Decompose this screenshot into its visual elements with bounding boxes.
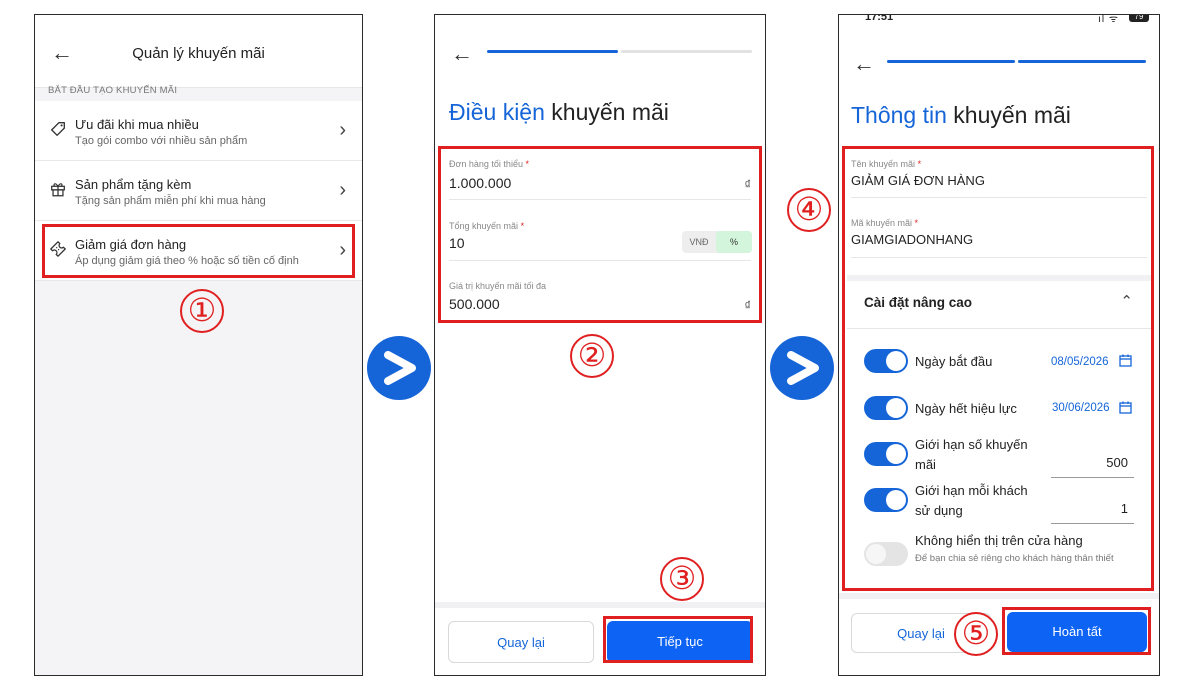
page-title-rest: khuyến mãi xyxy=(544,99,669,125)
page-title-accent: Điều kiện xyxy=(449,99,545,125)
list-item-gift-product[interactable]: Sản phẩm tặng kèm Tặng sản phẩm miễn phí… xyxy=(35,161,362,221)
step-marker-3: ③ xyxy=(660,557,704,601)
highlight-box-order-discount xyxy=(42,224,355,278)
progress-bar-step-2 xyxy=(1018,60,1146,63)
list-item-bulk-discount[interactable]: Ưu đãi khi mua nhiều Tạo gói combo với n… xyxy=(35,101,362,161)
progress-bar-step-2 xyxy=(621,50,752,53)
promotion-management-screen: ← Quản lý khuyến mãi BẮT ĐẦU TẠO KHUYẾN … xyxy=(34,14,363,676)
progress-bar-step-1 xyxy=(487,50,618,53)
highlight-box-finish xyxy=(1002,607,1151,655)
highlight-box-continue xyxy=(603,616,753,663)
footer-separator xyxy=(435,602,765,608)
step-marker-1: ① xyxy=(180,289,224,333)
page-title-rest: khuyến mãi xyxy=(946,102,1071,128)
back-arrow-icon[interactable]: ← xyxy=(451,43,473,65)
gift-icon xyxy=(51,183,65,197)
chevron-right-icon: › xyxy=(339,179,346,201)
step-marker-5: ⑤ xyxy=(954,612,998,656)
list-item-title: Ưu đãi khi mua nhiều xyxy=(75,117,199,132)
tag-icon xyxy=(51,122,65,136)
footer-separator xyxy=(839,593,1159,599)
page-title: Quản lý khuyến mãi xyxy=(132,45,265,62)
progress-bar-step-1 xyxy=(887,60,1015,63)
status-time: 17:51 xyxy=(865,14,894,23)
signal-wifi-icon: ıl ᯤ xyxy=(1098,14,1119,25)
list-item-subtitle: Tặng sản phẩm miễn phí khi mua hàng xyxy=(75,195,266,207)
page-title: Thông tin khuyến mãi xyxy=(851,102,1071,129)
page-title-accent: Thông tin xyxy=(851,102,947,128)
highlight-box-conditions xyxy=(438,146,762,323)
chevron-right-icon: › xyxy=(339,119,346,141)
back-arrow-icon[interactable]: ← xyxy=(853,53,875,75)
step-marker-4: ④ xyxy=(787,188,831,232)
step-marker-2: ② xyxy=(570,334,614,378)
highlight-box-info xyxy=(842,146,1154,591)
battery-indicator: 79 xyxy=(1129,15,1149,22)
list-item-subtitle: Tạo gói combo với nhiều sản phẩm xyxy=(75,135,248,147)
app-header: ← Quản lý khuyến mãi xyxy=(35,15,362,88)
section-label: BẮT ĐẦU TẠO KHUYẾN MÃI xyxy=(48,85,178,96)
next-step-arrow-icon xyxy=(367,336,431,400)
next-step-arrow-icon xyxy=(770,336,834,400)
back-button[interactable]: Quay lại xyxy=(448,621,594,663)
page-title: Điều kiện khuyến mãi xyxy=(449,99,669,126)
list-item-title: Sản phẩm tặng kèm xyxy=(75,177,192,192)
